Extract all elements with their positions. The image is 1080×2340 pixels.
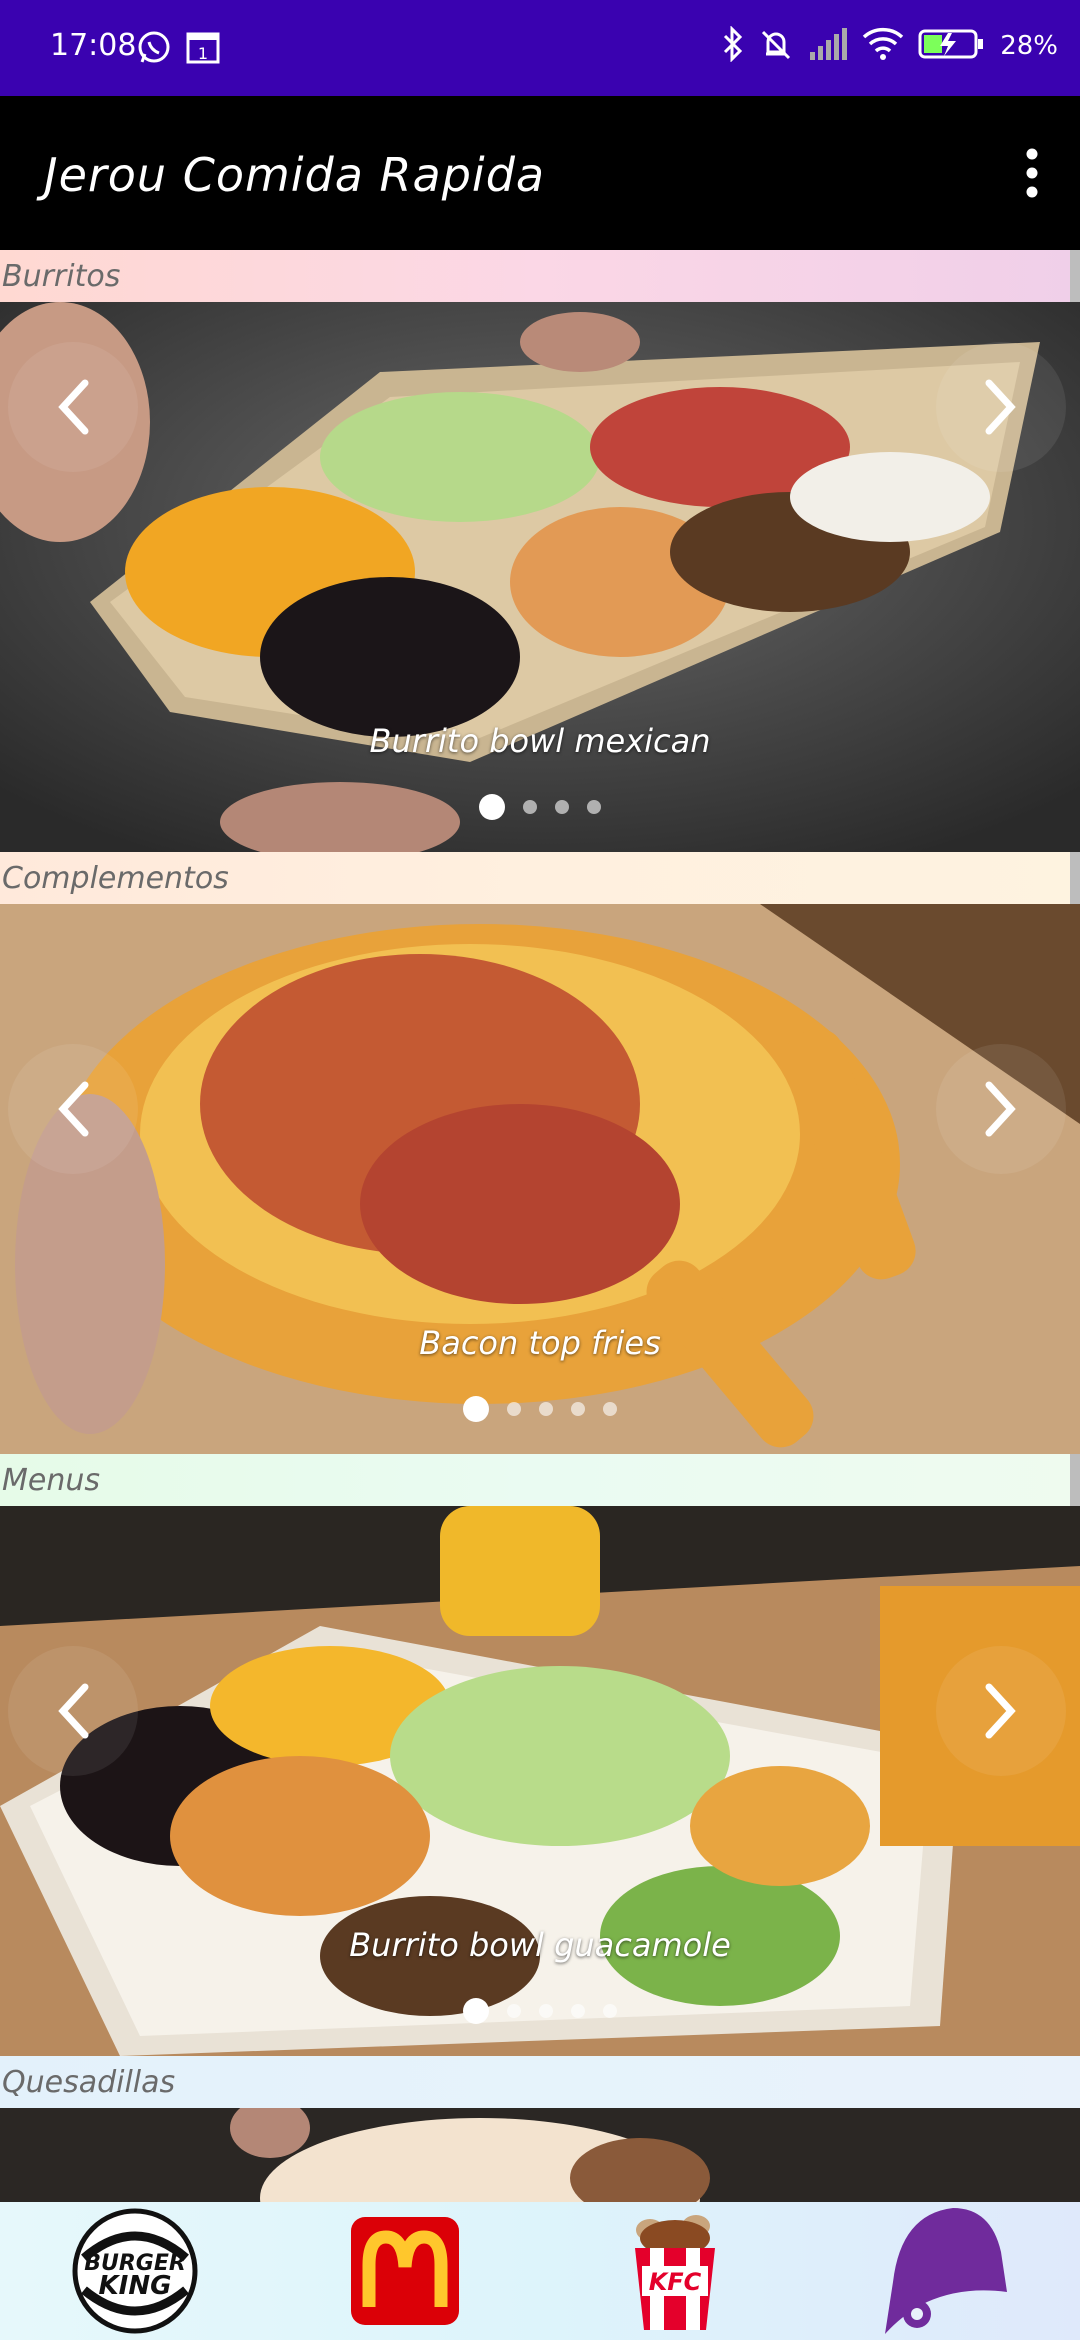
chevron-right-icon xyxy=(985,379,1016,435)
section-title: Complementos xyxy=(2,860,229,896)
food-image-burrito-bowl-guacamole xyxy=(0,1506,1080,2056)
status-bar: 17:08 1 28% xyxy=(0,0,1080,96)
taco-bell-button[interactable] xyxy=(875,2208,1015,2334)
carousel-next-button[interactable] xyxy=(936,342,1066,472)
scrollbar[interactable] xyxy=(1070,852,1080,904)
chevron-right-icon xyxy=(985,1683,1016,1739)
section-header-quesadillas: Quesadillas xyxy=(0,2056,1080,2108)
status-time: 17:08 xyxy=(50,28,137,63)
notification-box-number: 1 xyxy=(198,44,208,63)
carousel-prev-button[interactable] xyxy=(8,342,138,472)
indicator-dot[interactable] xyxy=(463,1396,489,1422)
carousel-complementos[interactable]: Bacon top fries xyxy=(0,904,1080,1454)
indicator-dot[interactable] xyxy=(539,1402,553,1416)
notification-box-icon: 1 xyxy=(186,32,220,68)
chevron-left-icon xyxy=(58,379,89,435)
burger-king-button[interactable]: BURGER KING xyxy=(65,2208,205,2334)
indicator-dot[interactable] xyxy=(555,800,569,814)
indicator-dot[interactable] xyxy=(571,2004,585,2018)
svg-text:KING: KING xyxy=(99,2271,172,2301)
whatsapp-icon xyxy=(136,30,172,70)
mute-bell-icon xyxy=(758,26,794,66)
section-title: Quesadillas xyxy=(2,2064,176,2100)
indicator-dot[interactable] xyxy=(523,800,537,814)
carousel-next-button[interactable] xyxy=(936,1646,1066,1776)
indicator-dot[interactable] xyxy=(587,800,601,814)
battery-charging-icon xyxy=(918,27,986,65)
kfc-button[interactable]: KFC xyxy=(605,2211,745,2331)
app-bar: Jerou Comida Rapida xyxy=(0,96,1080,250)
burger-king-logo-icon: BURGER KING xyxy=(72,2208,198,2334)
section-header-burritos: Burritos xyxy=(0,250,1080,302)
section-title: Burritos xyxy=(2,258,121,294)
indicator-dot[interactable] xyxy=(603,2004,617,2018)
bluetooth-icon xyxy=(722,25,744,66)
carousel-indicator xyxy=(0,794,1080,820)
wifi-icon xyxy=(862,27,904,65)
carousel-indicator xyxy=(0,1998,1080,2024)
carousel-caption: Bacon top fries xyxy=(419,1324,661,1362)
battery-percent: 28% xyxy=(1000,31,1058,61)
indicator-dot[interactable] xyxy=(539,2004,553,2018)
carousel-menus[interactable]: Burrito bowl guacamole xyxy=(0,1506,1080,2056)
carousel-caption: Burrito bowl guacamole xyxy=(349,1926,731,1964)
scrollbar[interactable] xyxy=(1070,1454,1080,1506)
carousel-next-button[interactable] xyxy=(936,1044,1066,1174)
section-header-complementos: Complementos xyxy=(0,852,1080,904)
carousel-prev-button[interactable] xyxy=(8,1044,138,1174)
indicator-dot[interactable] xyxy=(507,2004,521,2018)
scrollbar[interactable] xyxy=(1070,250,1080,302)
mcdonalds-logo-icon xyxy=(351,2217,459,2325)
signal-icon xyxy=(808,28,848,64)
indicator-dot[interactable] xyxy=(479,794,505,820)
app-title: Jerou Comida Rapida xyxy=(44,148,546,202)
mcdonalds-button[interactable] xyxy=(335,2211,475,2331)
indicator-dot[interactable] xyxy=(463,1998,489,2024)
indicator-dot[interactable] xyxy=(507,1402,521,1416)
section-title: Menus xyxy=(2,1462,100,1498)
indicator-dot[interactable] xyxy=(571,1402,585,1416)
carousel-caption: Burrito bowl mexican xyxy=(369,722,711,760)
chevron-left-icon xyxy=(58,1081,89,1137)
section-header-menus: Menus xyxy=(0,1454,1080,1506)
chevron-right-icon xyxy=(985,1081,1016,1137)
kfc-bucket-logo-icon: KFC xyxy=(635,2215,715,2330)
carousel-quesadillas[interactable] xyxy=(0,2108,1080,2202)
food-image-quesadilla xyxy=(0,2108,1080,2202)
svg-text:KFC: KFC xyxy=(649,2268,702,2296)
carousel-prev-button[interactable] xyxy=(8,1646,138,1776)
carousel-indicator xyxy=(0,1396,1080,1422)
taco-bell-logo-icon xyxy=(885,2208,1007,2334)
food-image-bacon-fries xyxy=(0,904,1080,1454)
overflow-menu-icon[interactable] xyxy=(1012,146,1052,200)
food-image-burrito-bowl xyxy=(0,302,1080,852)
bottom-navigation: BURGER KING KFC xyxy=(0,2202,1080,2340)
chevron-left-icon xyxy=(58,1683,89,1739)
carousel-burritos[interactable]: Burrito bowl mexican xyxy=(0,302,1080,852)
indicator-dot[interactable] xyxy=(603,1402,617,1416)
